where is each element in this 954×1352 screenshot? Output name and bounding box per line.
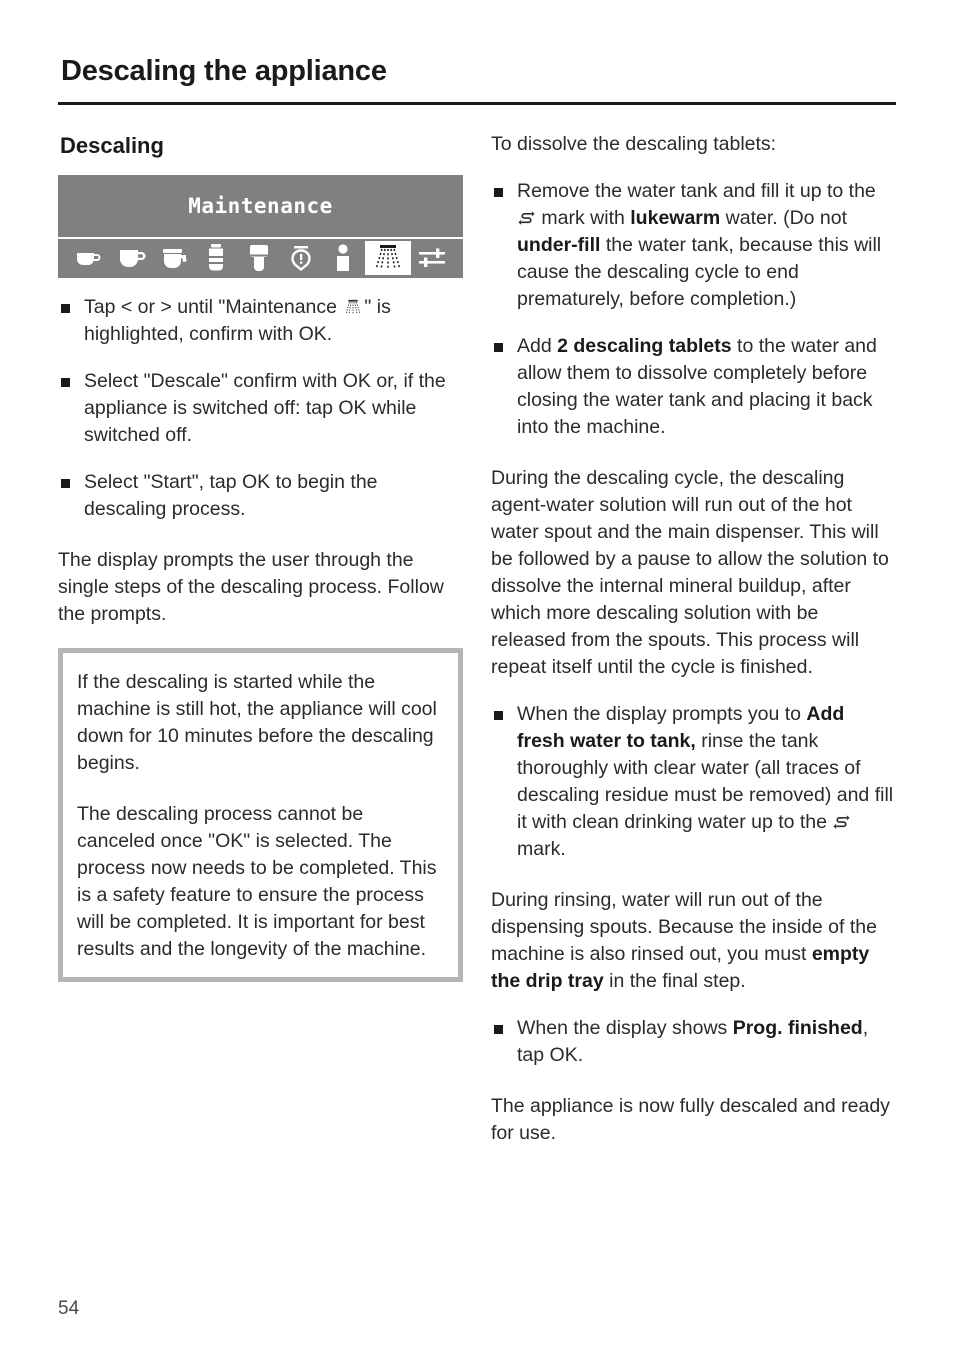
page-number: 54 (58, 1298, 80, 1319)
right-column: To dissolve the descaling tablets: Remov… (491, 131, 896, 1167)
bullet-square-icon (61, 377, 70, 387)
bullet-text: Select "Descale" confirm with OK or, if … (84, 369, 446, 446)
note-paragraph: If the descaling is started while the ma… (77, 670, 437, 774)
coffee-pot-icon (153, 241, 195, 275)
list-item: Select "Start", tap OK to begin the desc… (58, 469, 463, 523)
left-column: Descaling Maintenance Tap < or > until "… (58, 131, 463, 1167)
display-title-text: Maintenance (188, 193, 333, 218)
appliance-display-figure: Maintenance (58, 174, 463, 278)
latte-glass-icon (195, 241, 237, 275)
page-title: Descaling the appliance (61, 55, 387, 87)
document-page: Descaling the appliance Descaling Mainte… (0, 0, 954, 1352)
list-item: Remove the water tank and fill it up to … (491, 178, 896, 313)
water-level-mark-icon (833, 814, 851, 831)
display-icon-bar (58, 239, 463, 278)
timer-icon (280, 241, 322, 275)
bullet-square-icon (61, 478, 70, 488)
settings-sliders-icon (411, 241, 453, 275)
espresso-cup-icon (68, 241, 110, 275)
bullet-square-icon (494, 1024, 503, 1034)
display-title-area: Maintenance (58, 175, 463, 237)
section-heading-descaling: Descaling (60, 132, 164, 158)
maintenance-spray-icon (364, 241, 411, 276)
bullet-square-icon (494, 187, 503, 197)
bullet-text: When the display prompts you to Add fres… (517, 702, 894, 860)
note-paragraph: The descaling process cannot be canceled… (77, 802, 437, 960)
right-bullet-fresh-water: When the display prompts you to Add fres… (491, 701, 896, 863)
milk-container-icon (238, 241, 280, 275)
bullet-square-icon (494, 710, 503, 720)
list-item: Select "Descale" confirm with OK or, if … (58, 368, 463, 449)
list-item: Tap < or > until "Maintenance " is highl… (58, 294, 463, 348)
bullet-text: Select "Start", tap OK to begin the desc… (84, 470, 378, 520)
bullet-text: When the display shows Prog. finished, t… (517, 1016, 869, 1066)
two-column-body: Descaling Maintenance Tap < or > until "… (58, 131, 896, 1167)
coffee-cup-icon (110, 241, 152, 275)
paragraph-descaling-cycle: During the descaling cycle, the descalin… (491, 466, 889, 678)
left-paragraph: The display prompts the user through the… (58, 548, 444, 625)
user-profile-icon (322, 241, 364, 275)
bullet-text: Tap < or > until "Maintenance " is highl… (84, 295, 391, 345)
bullet-text: Add 2 descaling tablets to the water and… (517, 334, 877, 438)
left-bullet-list: Tap < or > until "Maintenance " is highl… (58, 294, 463, 523)
right-intro-paragraph: To dissolve the descaling tablets: (491, 132, 777, 155)
maintenance-spray-icon (343, 299, 363, 316)
bullet-square-icon (494, 342, 503, 352)
bullet-square-icon (61, 303, 70, 313)
bullet-text: Remove the water tank and fill it up to … (517, 179, 882, 310)
list-item: Add 2 descaling tablets to the water and… (491, 333, 896, 441)
header-divider (58, 101, 896, 105)
list-item: When the display shows Prog. finished, t… (491, 1015, 896, 1069)
note-box: If the descaling is started while the ma… (58, 647, 463, 982)
list-item: When the display prompts you to Add fres… (491, 701, 896, 863)
right-bullet-prog-finished: When the display shows Prog. finished, t… (491, 1015, 896, 1069)
paragraph-final: The appliance is now fully descaled and … (491, 1094, 890, 1144)
water-level-mark-icon (518, 210, 535, 227)
paragraph-rinsing: During rinsing, water will run out of th… (491, 888, 877, 992)
right-bullet-list-top: Remove the water tank and fill it up to … (491, 178, 896, 441)
